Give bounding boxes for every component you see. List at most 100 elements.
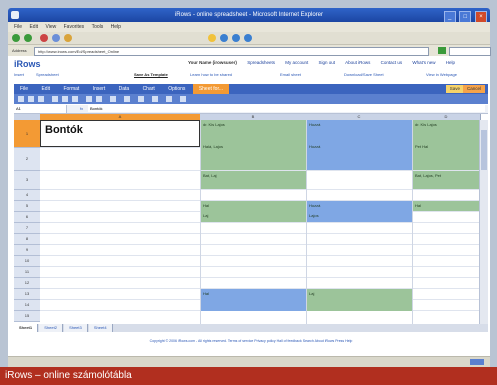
mail-icon[interactable] — [232, 34, 240, 42]
underline-icon[interactable] — [38, 96, 44, 102]
spreadsheet-grid[interactable]: A B C D 1 2 3 4 5 6 7 8 9 10 11 12 13 14… — [14, 114, 488, 324]
cell-d11[interactable]: Laj — [307, 289, 412, 311]
link-save-template[interactable]: Save As Template — [134, 72, 168, 77]
cell-c11[interactable]: Hal — [201, 289, 306, 311]
link-email-sheet[interactable]: Email sheet — [280, 72, 301, 77]
app-menu-edit[interactable]: Edit — [35, 84, 56, 94]
cell-d6[interactable]: Lajos — [307, 211, 412, 222]
menu-view[interactable]: View — [45, 24, 56, 30]
cancel-button[interactable]: Cancel — [462, 85, 485, 93]
bold-icon[interactable] — [18, 96, 24, 102]
row-header[interactable]: 10 — [14, 256, 40, 267]
link-help[interactable]: Help — [446, 60, 455, 65]
fill-color-icon[interactable] — [96, 96, 102, 102]
link-spreadsheet[interactable]: Spreadsheet — [36, 72, 59, 77]
app-menu-sheet[interactable]: Sheet for... — [192, 84, 229, 94]
row-header[interactable]: 5 — [14, 201, 40, 212]
home-icon[interactable] — [64, 34, 72, 42]
row-header[interactable]: 11 — [14, 267, 40, 278]
app-menu-chart[interactable]: Chart — [137, 84, 161, 94]
border-icon[interactable] — [110, 96, 116, 102]
app-menubar: File Edit Format Insert Data Chart Optio… — [14, 84, 488, 94]
sheet-tab[interactable]: Sheet1 — [14, 324, 39, 332]
grid-line — [40, 222, 488, 223]
selected-cell-a1[interactable]: Bontók — [40, 120, 200, 147]
menu-file[interactable]: File — [14, 24, 22, 30]
link-whats-new[interactable]: What's new — [412, 60, 435, 65]
link-insert[interactable]: Insert — [14, 72, 24, 77]
cell-e2[interactable]: Pet Hal — [413, 142, 480, 156]
menu-tools[interactable]: Tools — [92, 24, 104, 30]
link-learn-share[interactable]: Learn how to be shared — [190, 72, 232, 77]
font-color-icon[interactable] — [86, 96, 92, 102]
row-header[interactable]: 8 — [14, 234, 40, 245]
history-icon[interactable] — [220, 34, 228, 42]
internet-zone-icon — [470, 359, 484, 365]
back-icon[interactable] — [12, 34, 20, 42]
row-header[interactable]: 15 — [14, 311, 40, 322]
sheet-tabs: Sheet1 Sheet2 Sheet3 Sheet4 — [14, 324, 488, 332]
app-menu-data[interactable]: Data — [113, 84, 136, 94]
link-sign-out[interactable]: Sign out — [319, 60, 336, 65]
menu-help[interactable]: Help — [111, 24, 121, 30]
cell-e5[interactable]: Hal — [413, 201, 480, 211]
url-input[interactable]: http://www.irows.com/Ed/Spreadsheet_Onli… — [34, 47, 429, 56]
image-caption: iRows – online számolótábla — [0, 367, 497, 385]
row-header[interactable]: 7 — [14, 223, 40, 234]
row-header[interactable]: 6 — [14, 212, 40, 223]
row-header[interactable]: 14 — [14, 300, 40, 311]
app-menu-options[interactable]: Options — [162, 84, 191, 94]
app-menu-format[interactable]: Format — [57, 84, 85, 94]
cell-d2[interactable]: Hozzá — [307, 142, 412, 156]
cell-reference[interactable]: A1 — [14, 105, 67, 113]
grid-line — [40, 255, 488, 256]
menu-favorites[interactable]: Favorites — [64, 24, 85, 30]
cell-e3[interactable]: Bat, Lajos, Pet — [413, 171, 480, 189]
cell-c6[interactable]: Laj — [201, 211, 306, 222]
merge-icon[interactable] — [124, 96, 130, 102]
align-left-icon[interactable] — [52, 96, 58, 102]
stop-icon[interactable] — [40, 34, 48, 42]
italic-icon[interactable] — [28, 96, 34, 102]
row-header[interactable]: 2 — [14, 148, 40, 171]
sort-icon[interactable] — [138, 96, 144, 102]
row-header[interactable]: 12 — [14, 278, 40, 289]
align-right-icon[interactable] — [72, 96, 78, 102]
app-menu-file[interactable]: File — [14, 84, 34, 94]
scrollbar-thumb[interactable] — [481, 130, 487, 170]
browser-statusbar — [8, 356, 490, 367]
sheet-tab[interactable]: Sheet3 — [64, 324, 88, 332]
sum-icon[interactable] — [152, 96, 158, 102]
app-menu-insert[interactable]: Insert — [87, 84, 112, 94]
save-button[interactable]: Save — [445, 85, 464, 93]
link-contact[interactable]: Contact us — [381, 60, 403, 65]
refresh-icon[interactable] — [52, 34, 60, 42]
cell-c3[interactable]: Bat, Laj — [201, 171, 306, 189]
link-download[interactable]: Download/Save Sheet — [344, 72, 384, 77]
link-spreadsheets[interactable]: Spreadsheets — [247, 60, 275, 65]
chart-icon[interactable] — [166, 96, 172, 102]
go-button[interactable] — [438, 47, 446, 54]
print-icon[interactable] — [244, 34, 252, 42]
window-titlebar: iRows - online spreadsheet - Microsoft I… — [8, 8, 490, 23]
favorites-icon[interactable] — [208, 34, 216, 42]
cell-c2[interactable]: Halá, Lajos — [201, 142, 306, 156]
row-header[interactable]: 9 — [14, 245, 40, 256]
sheet-tab[interactable]: Sheet2 — [39, 324, 63, 332]
formula-input[interactable]: Bontók — [88, 105, 485, 112]
format-toolbar — [14, 94, 488, 104]
align-center-icon[interactable] — [62, 96, 68, 102]
search-input[interactable] — [449, 47, 491, 56]
link-view-webpage[interactable]: View in Webpage — [426, 72, 457, 77]
row-header[interactable]: 1 — [14, 120, 40, 148]
row-header[interactable]: 13 — [14, 289, 40, 300]
undo-icon[interactable] — [180, 96, 186, 102]
link-my-account[interactable]: My account — [285, 60, 308, 65]
row-header[interactable]: 3 — [14, 171, 40, 190]
vertical-scrollbar[interactable] — [479, 120, 488, 324]
forward-icon[interactable] — [24, 34, 32, 42]
sheet-tab[interactable]: Sheet4 — [88, 324, 113, 332]
link-about[interactable]: About iRows — [345, 60, 370, 65]
row-header[interactable]: 4 — [14, 190, 40, 201]
menu-edit[interactable]: Edit — [29, 24, 38, 30]
